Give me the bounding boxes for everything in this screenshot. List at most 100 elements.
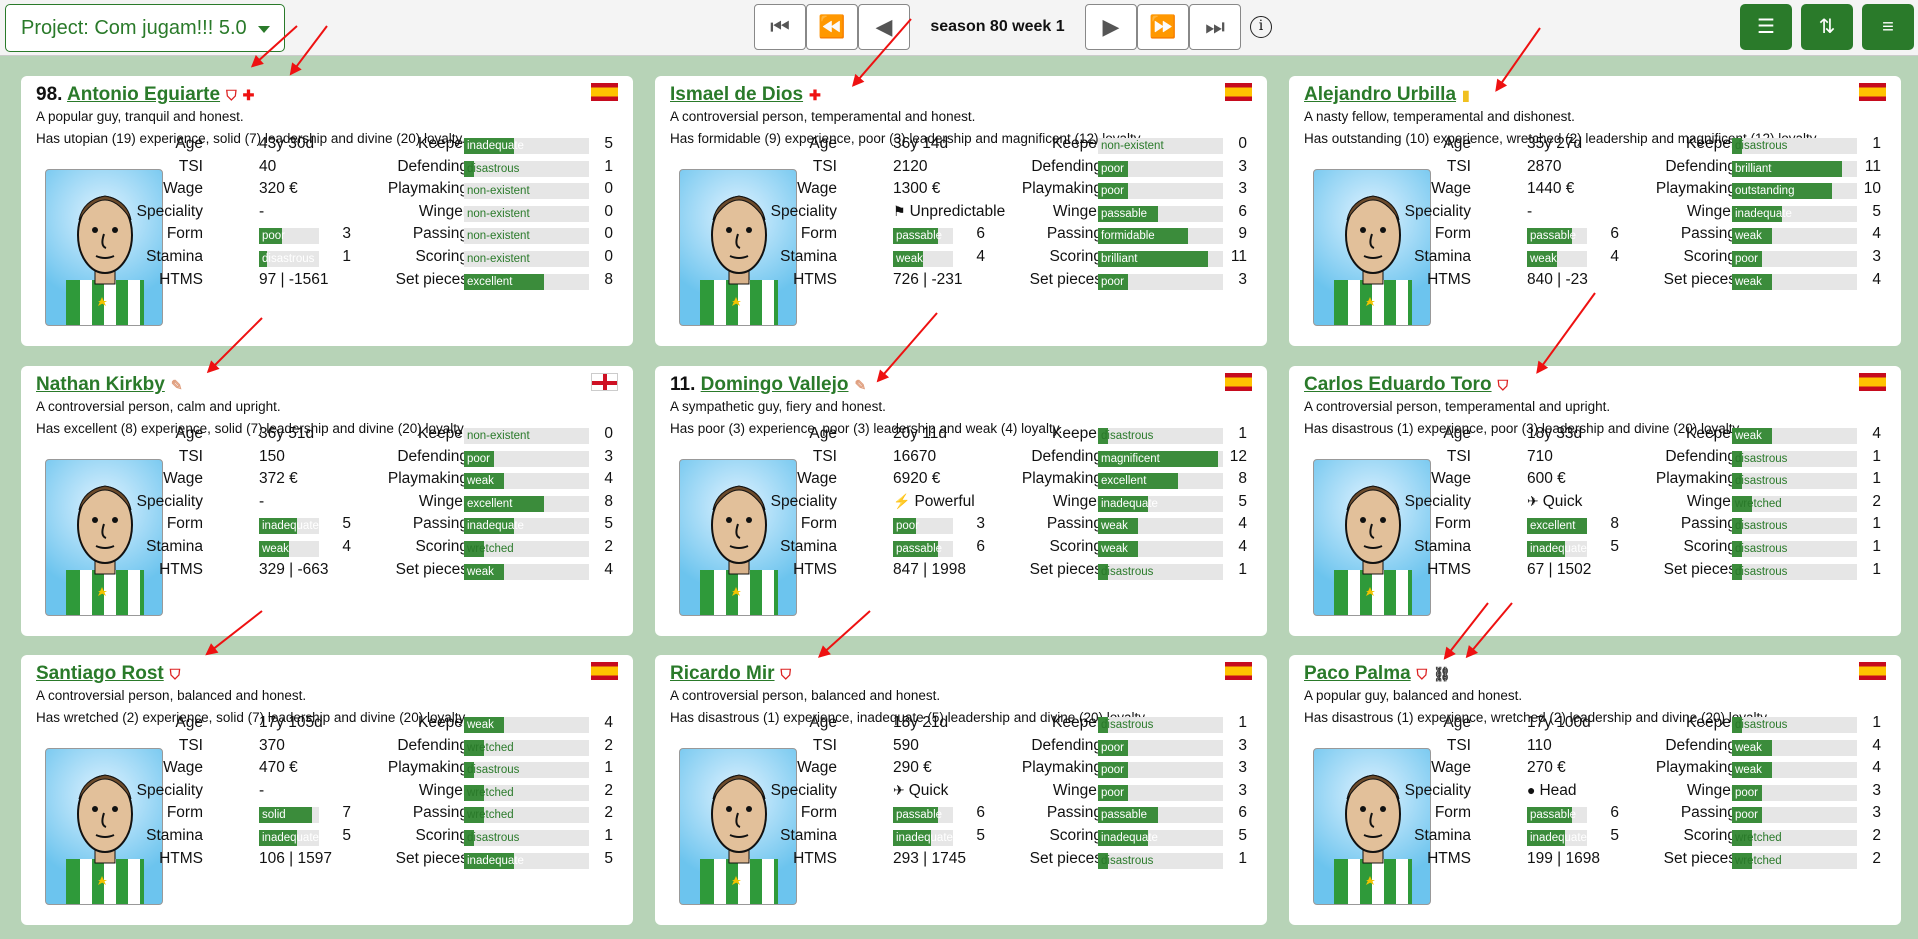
- label-passing: Passing: [1046, 225, 1102, 243]
- label-set_pieces: Set pieces: [1029, 849, 1102, 867]
- stat-row: Speciality - Winger non-existent 0: [21, 203, 633, 225]
- skill-level: 0: [1238, 135, 1247, 152]
- bar-text: inadequate: [467, 140, 524, 152]
- label-passing: Passing: [1680, 515, 1736, 533]
- skill-bar: disastrous: [1732, 138, 1857, 154]
- bar-text: disastrous: [467, 162, 520, 175]
- skill-bar: inadequate: [464, 852, 589, 869]
- fast-forward-button[interactable]: ⏩: [1137, 4, 1189, 50]
- value-htms: 67 | 1502: [1527, 560, 1592, 578]
- stat-row: Speciality - Winger inadequate 5: [1289, 203, 1901, 225]
- bar-text: inadequate: [896, 832, 953, 844]
- label-set_pieces: Set pieces: [1663, 560, 1736, 578]
- bar-text: inadequate: [262, 832, 319, 844]
- speciality-text: Powerful: [914, 492, 975, 510]
- label-form: Form: [800, 225, 837, 243]
- personality-text: A sympathetic guy, fiery and honest.: [670, 399, 886, 414]
- skill-bar: outstanding: [1732, 183, 1857, 200]
- speciality-icon: ✈: [1527, 492, 1539, 509]
- label-stamina: Stamina: [1414, 248, 1471, 265]
- label-form: Form: [166, 804, 203, 822]
- red-cross-icon: ✚: [809, 87, 821, 103]
- level-value: 3: [342, 225, 351, 243]
- stat-row: Age 17y 105d Keeper weak 4: [21, 714, 633, 736]
- bar-text: magnificent: [1101, 452, 1160, 465]
- value-htms: 106 | 1597: [259, 849, 332, 867]
- level-value: 8: [1610, 515, 1619, 533]
- label-age: Age: [175, 135, 203, 152]
- player-name-link[interactable]: Santiago Rost: [36, 663, 164, 684]
- skill-bar: non-existent: [464, 228, 589, 245]
- bar-text: poor: [1101, 185, 1125, 198]
- project-dropdown[interactable]: Project: Com jugam!!! 5.0: [5, 4, 285, 52]
- red-cross-icon: ✚: [242, 87, 255, 103]
- speciality-text: -: [259, 781, 265, 799]
- value-speciality: ✈ Quick: [1527, 493, 1582, 511]
- skill-level: 1: [1872, 135, 1881, 152]
- player-name-link[interactable]: Ricardo Mir: [670, 663, 775, 684]
- stat-row: TSI 110 Defending weak 4: [1289, 737, 1901, 759]
- label-scoring: Scoring: [415, 538, 468, 555]
- label-speciality: Speciality: [1404, 202, 1471, 220]
- bar-text: non-existent: [467, 230, 530, 243]
- label-form: Form: [1434, 515, 1471, 533]
- skill-level: 4: [1238, 538, 1247, 555]
- skill-level: 1: [1238, 425, 1247, 442]
- bar-text: weak: [1735, 764, 1762, 777]
- filter-button[interactable]: ☰: [1740, 4, 1792, 50]
- speciality-text: -: [1527, 202, 1533, 220]
- label-passing: Passing: [412, 225, 468, 243]
- next-week-button[interactable]: ▶: [1085, 4, 1137, 50]
- label-keeper: Keeper: [1052, 135, 1102, 152]
- value-tsi: 2120: [893, 157, 928, 175]
- player-name-link[interactable]: Paco Palma: [1304, 663, 1411, 684]
- first-week-button[interactable]: ⏮: [754, 4, 806, 50]
- player-name-link[interactable]: Alejandro Urbilla: [1304, 84, 1456, 105]
- player-name-link[interactable]: Antonio Eguiarte: [67, 84, 220, 105]
- shield-icon: ⛉: [226, 87, 237, 103]
- injury-plaster-icon: ✎: [170, 377, 183, 393]
- sort-button[interactable]: ⇅: [1801, 4, 1853, 50]
- label-htms: HTMS: [159, 849, 203, 867]
- bar-text: outstanding: [1735, 185, 1795, 198]
- label-keeper: Keeper: [418, 135, 468, 152]
- player-name-row: 11. Domingo Vallejo ✎: [670, 370, 866, 400]
- bar-stamina: weak: [1527, 251, 1587, 267]
- label-passing: Passing: [1680, 225, 1736, 243]
- label-htms: HTMS: [793, 849, 837, 867]
- bar-text: wretched: [467, 741, 514, 754]
- player-name-link[interactable]: Carlos Eduardo Toro: [1304, 374, 1492, 395]
- skill-level: 5: [604, 135, 613, 152]
- label-tsi: TSI: [812, 447, 837, 465]
- info-icon[interactable]: i: [1250, 16, 1272, 38]
- label-tsi: TSI: [1446, 157, 1471, 175]
- stat-row: Age 35y 27d Keeper disastrous 1: [1289, 135, 1901, 157]
- last-week-button[interactable]: ⏭: [1189, 4, 1241, 50]
- injury-plaster-icon: ✎: [854, 377, 867, 393]
- player-card: Ricardo Mir ⛉ A controversial person, bala…: [655, 655, 1267, 925]
- player-name-link[interactable]: Nathan Kirkby: [36, 374, 165, 395]
- value-tsi: 370: [259, 736, 285, 754]
- bar-text: poor: [1101, 162, 1125, 175]
- skill-bar: excellent: [464, 273, 589, 290]
- skill-bar: poor: [1098, 183, 1223, 200]
- value-tsi: 590: [893, 736, 919, 754]
- skill-level: 6: [1238, 804, 1247, 822]
- label-defending: Defending: [397, 157, 468, 175]
- bar-text: passable: [1530, 809, 1577, 822]
- skill-level: 8: [1238, 470, 1247, 488]
- skill-level: 1: [1872, 714, 1881, 731]
- filter-icon: ☰: [1757, 16, 1775, 38]
- rewind-button[interactable]: ⏪: [806, 4, 858, 50]
- skill-level: 2: [1872, 849, 1881, 867]
- label-winger: Winger: [418, 781, 468, 799]
- skill-bar: weak: [1732, 228, 1857, 245]
- bar-text: inadequate: [1735, 207, 1792, 220]
- menu-button[interactable]: ≡: [1862, 4, 1914, 50]
- skill-level: 3: [604, 447, 613, 465]
- value-htms: 199 | 1698: [1527, 849, 1600, 867]
- bar-text: poor: [1735, 809, 1759, 822]
- label-keeper: Keeper: [1052, 425, 1102, 442]
- player-name-link[interactable]: Ismael de Dios: [670, 84, 803, 105]
- player-name-link[interactable]: Domingo Vallejo: [701, 374, 849, 395]
